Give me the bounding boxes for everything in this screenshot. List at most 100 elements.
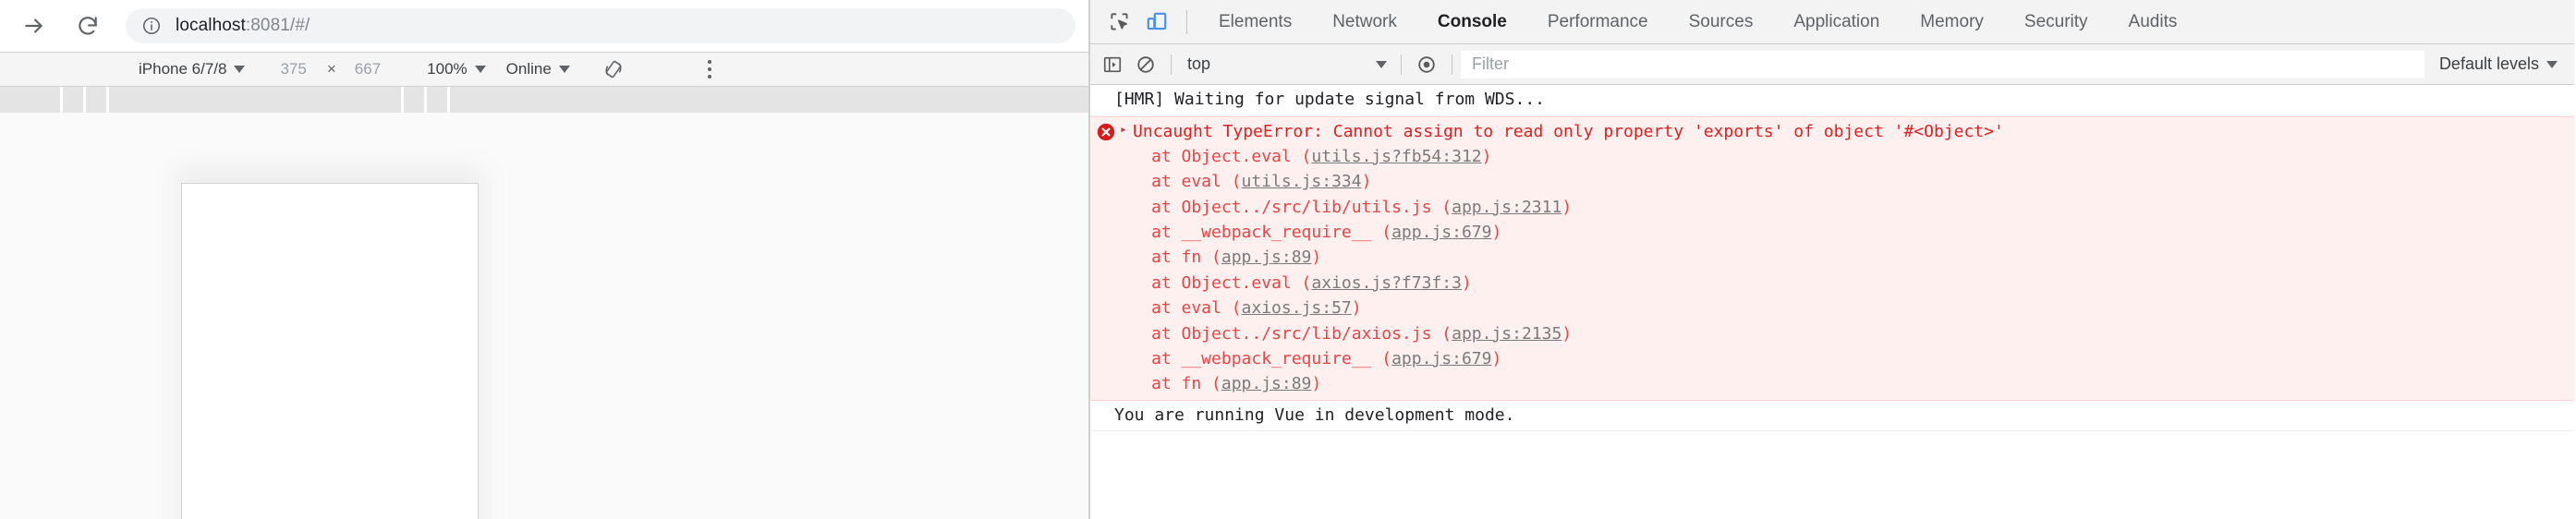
- stack-frame-link[interactable]: app.js:89: [1221, 374, 1312, 393]
- stack-frame[interactable]: at Object.eval (axios.js?f73f:3): [1090, 271, 2574, 296]
- url-host: localhost: [176, 16, 246, 35]
- stack-frame-prefix: at fn (: [1151, 247, 1221, 268]
- execution-context-select[interactable]: top: [1180, 54, 1392, 74]
- stack-frame-link[interactable]: app.js:2311: [1452, 198, 1561, 217]
- more-options-icon: [707, 60, 711, 64]
- info-circle-icon[interactable]: [140, 15, 163, 37]
- console-filter-bar: top Default levels: [1090, 44, 2574, 85]
- stack-frame-suffix: ): [1491, 223, 1502, 243]
- stack-frame-link[interactable]: axios.js:57: [1242, 298, 1352, 318]
- url-path: :8081/#/: [245, 16, 310, 35]
- stack-frame[interactable]: at Object.eval (utils.js?fb54:312): [1090, 144, 2574, 169]
- device-select[interactable]: iPhone 6/7/8: [139, 60, 246, 78]
- more-options-icon: [707, 75, 711, 78]
- execution-context-value: top: [1187, 54, 1211, 73]
- stack-frame[interactable]: at Object../src/lib/utils.js (app.js:231…: [1090, 195, 2574, 220]
- stack-frame-link[interactable]: app.js:679: [1391, 223, 1491, 242]
- filterbar-divider: [1401, 54, 1402, 75]
- clear-console-button[interactable]: [1129, 48, 1162, 81]
- stack-frame[interactable]: at eval (utils.js:334): [1090, 169, 2574, 194]
- chevron-down-icon: [558, 66, 570, 73]
- stack-frame-suffix: ): [1481, 146, 1492, 166]
- console-message-log[interactable]: [HMR] Waiting for update signal from WDS…: [1090, 85, 2574, 116]
- tab-sources[interactable]: Sources: [1669, 0, 1774, 43]
- devtools-tabbar: Elements Network Console Performance Sou…: [1090, 0, 2574, 44]
- disclosure-triangle-icon[interactable]: ▸: [1120, 119, 1133, 142]
- stack-frame-suffix: ): [1311, 374, 1322, 394]
- stack-frame[interactable]: at __webpack_require__ (app.js:679): [1090, 346, 2574, 371]
- stack-frame[interactable]: at __webpack_require__ (app.js:679): [1090, 220, 2574, 245]
- stack-frame-suffix: ): [1361, 172, 1372, 192]
- console-sidebar-button[interactable]: [1096, 48, 1129, 81]
- stack-frame-prefix: at eval (: [1151, 298, 1242, 319]
- live-expression-button[interactable]: [1410, 48, 1443, 81]
- viewport-width-input[interactable]: 375: [280, 60, 306, 78]
- tab-performance[interactable]: Performance: [1527, 0, 1669, 43]
- viewport-height-input[interactable]: 667: [355, 60, 381, 78]
- inspect-element-icon: [1111, 12, 1128, 30]
- viewport-width-value: 375: [280, 60, 307, 78]
- dimension-separator: ×: [326, 60, 336, 78]
- log-level-select[interactable]: Default levels: [2424, 54, 2574, 74]
- clear-console-icon: [1137, 55, 1154, 73]
- tab-console[interactable]: Console: [1417, 0, 1527, 43]
- throttling-value: Online: [505, 60, 552, 78]
- console-output[interactable]: [HMR] Waiting for update signal from WDS…: [1090, 85, 2574, 519]
- rotate-device-icon: [605, 60, 622, 78]
- tab-audits[interactable]: Audits: [2108, 0, 2198, 43]
- stack-frame-suffix: ): [1561, 323, 1573, 344]
- stack-frame-link[interactable]: utils.js:334: [1242, 172, 1362, 191]
- filterbar-divider: [1171, 54, 1172, 75]
- stack-frame-prefix: at eval (: [1151, 172, 1242, 192]
- error-circle-icon: [1097, 123, 1115, 140]
- stack-frame[interactable]: at fn (app.js:89): [1090, 371, 2574, 396]
- stack-frame-suffix: ): [1561, 197, 1573, 217]
- tab-elements[interactable]: Elements: [1198, 0, 1312, 43]
- stack-frame[interactable]: at fn (app.js:89): [1090, 245, 2574, 270]
- stack-frame-link[interactable]: app.js:2135: [1452, 324, 1561, 344]
- stack-frame-link[interactable]: app.js:679: [1391, 349, 1491, 368]
- stack-frame-prefix: at __webpack_require__ (: [1151, 223, 1392, 243]
- log-level-value: Default levels: [2438, 54, 2539, 73]
- address-bar[interactable]: localhost:8081/#/: [126, 8, 1075, 43]
- stack-frame[interactable]: at Object../src/lib/axios.js (app.js:213…: [1090, 321, 2574, 346]
- console-message-log[interactable]: You are running Vue in development mode.: [1090, 401, 2574, 432]
- stack-frame[interactable]: at eval (axios.js:57): [1090, 296, 2574, 320]
- stack-frame-prefix: at fn (: [1151, 374, 1221, 394]
- chevron-down-icon: [2546, 60, 2558, 68]
- device-viewport[interactable]: [181, 183, 479, 519]
- forward-button[interactable]: [7, 0, 61, 52]
- tab-memory[interactable]: Memory: [1900, 0, 2004, 43]
- stack-frame-link[interactable]: utils.js?fb54:312: [1311, 147, 1481, 166]
- inspect-element-button[interactable]: [1101, 4, 1138, 41]
- filter-input[interactable]: [1461, 50, 2424, 78]
- console-sidebar-icon: [1103, 56, 1122, 72]
- device-emulation-toolbar: iPhone 6/7/8 375 × 667 100% Online: [0, 52, 1088, 87]
- stack-frame-link[interactable]: app.js:89: [1221, 247, 1312, 267]
- throttling-select[interactable]: Online: [506, 60, 570, 78]
- browser-pane: localhost:8081/#/ iPhone 6/7/8 375 × 667…: [0, 0, 1090, 519]
- url-text: localhost:8081/#/: [176, 16, 310, 36]
- reload-button[interactable]: [61, 0, 115, 52]
- stack-frame-prefix: at Object../src/lib/utils.js (: [1151, 197, 1452, 217]
- reload-icon: [79, 17, 97, 35]
- stack-frame-suffix: ): [1461, 272, 1472, 293]
- viewport-height-value: 667: [354, 60, 382, 78]
- viewport-ruler[interactable]: [0, 87, 1088, 113]
- tab-network[interactable]: Network: [1312, 0, 1417, 43]
- console-error-group[interactable]: ▸ Uncaught TypeError: Cannot assign to r…: [1090, 115, 2574, 401]
- toggle-device-toolbar-button[interactable]: [1138, 4, 1175, 41]
- tab-security[interactable]: Security: [2004, 0, 2108, 43]
- stack-frame-link[interactable]: axios.js?f73f:3: [1311, 273, 1462, 293]
- error-message-text: Uncaught TypeError: Cannot assign to rea…: [1133, 121, 2004, 141]
- device-toolbar-menu-button[interactable]: [698, 57, 722, 81]
- device-name: iPhone 6/7/8: [139, 60, 227, 78]
- browser-window: localhost:8081/#/ iPhone 6/7/8 375 × 667…: [0, 0, 2576, 519]
- rotate-device-button[interactable]: [601, 57, 626, 81]
- zoom-select[interactable]: 100%: [427, 60, 486, 78]
- tab-application[interactable]: Application: [1773, 0, 1900, 43]
- stack-frame-prefix: at Object.eval (: [1151, 272, 1312, 293]
- stack-frame-suffix: ): [1351, 298, 1362, 319]
- arrow-forward-icon: [25, 18, 43, 33]
- console-error-headline[interactable]: ▸ Uncaught TypeError: Cannot assign to r…: [1090, 119, 2574, 144]
